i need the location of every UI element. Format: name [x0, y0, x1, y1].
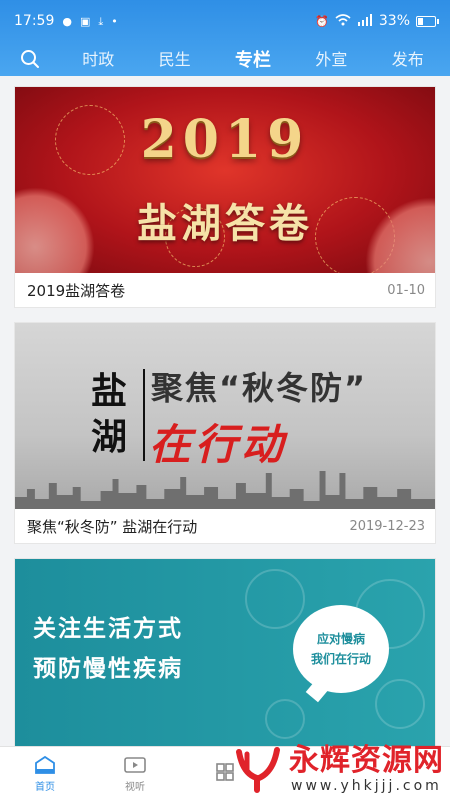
wifi-icon [335, 14, 351, 28]
news-card[interactable]: 关注生活方式 预防慢性疾病 应对慢病 我们在行动 [14, 558, 436, 760]
watermark-title: 永辉资源网 [289, 743, 444, 778]
bottom-nav-home[interactable]: 首页 [0, 747, 90, 800]
banner-subline: 盐湖答卷 [137, 200, 313, 247]
home-icon [35, 755, 55, 774]
search-button[interactable] [0, 42, 60, 76]
battery-percent: 33% [378, 13, 410, 29]
tab-minsheng[interactable]: 民生 [153, 42, 197, 76]
bubble-line: 应对慢病 [316, 632, 365, 646]
tab-fabu[interactable]: 发布 [386, 42, 430, 76]
news-card[interactable]: 2019 盐湖答卷 2019盐湖答卷 01-10 [14, 86, 436, 308]
banner-focus-text: 聚焦“秋冬防” [151, 369, 368, 407]
tab-waixuan[interactable]: 外宣 [309, 42, 353, 76]
news-feed: 2019 盐湖答卷 2019盐湖答卷 01-10 盐 湖 聚焦“秋冬防” 在行动… [14, 86, 436, 774]
pattern-decoration [265, 699, 305, 739]
card-date: 01-10 [387, 282, 425, 298]
banner-vertical-char: 湖 [91, 417, 128, 458]
app-header: 17:59 ● ▣ ⤓ • ⏰ 33% 时政 民生 专栏 外宣 发布 [0, 0, 450, 76]
alarm-icon: ⏰ [315, 14, 329, 28]
card-image: 2019 盐湖答卷 [15, 87, 435, 273]
watermark-url: www.yhkjjj.com [291, 778, 442, 794]
status-time: 17:59 [14, 13, 55, 29]
battery-icon [416, 15, 439, 27]
banner-line: 关注生活方式 [33, 616, 183, 642]
dot-icon: • [111, 14, 118, 28]
bubble-line: 我们在行动 [310, 652, 371, 666]
pattern-decoration [375, 679, 425, 729]
card-image: 盐 湖 聚焦“秋冬防” 在行动 [15, 323, 435, 509]
image-icon: ▣ [79, 14, 91, 28]
bottom-nav-video[interactable]: 视听 [90, 747, 180, 800]
card-title: 聚焦“秋冬防” 盐湖在行动 [27, 517, 198, 536]
banner-headline: 2019 [140, 109, 310, 170]
banner-vertical-text: 盐 湖 [91, 369, 145, 461]
watermark-logo-icon [236, 747, 280, 793]
banner-action-text: 在行动 [149, 420, 288, 469]
channel-nav: 时政 民生 专栏 外宣 发布 [0, 42, 450, 76]
channel-tabs: 时政 民生 专栏 外宣 发布 [60, 42, 450, 76]
news-card[interactable]: 盐 湖 聚焦“秋冬防” 在行动 聚焦“秋冬防” 盐湖在行动 2019-12-23 [14, 322, 436, 544]
watermark: 永辉资源网 www.yhkjjj.com [233, 738, 444, 800]
pattern-decoration [245, 569, 305, 629]
status-bar: 17:59 ● ▣ ⤓ • ⏰ 33% [0, 0, 450, 42]
tab-zhuanlan[interactable]: 专栏 [229, 42, 277, 76]
signal-icon [357, 14, 373, 28]
card-title: 2019盐湖答卷 [27, 281, 126, 300]
location-icon: ● [62, 14, 72, 28]
divider [143, 369, 145, 461]
tab-shizheng[interactable]: 时政 [76, 42, 120, 76]
bottom-nav-label: 视听 [125, 781, 145, 793]
speech-bubble: 应对慢病 我们在行动 [293, 605, 389, 693]
card-date: 2019-12-23 [349, 518, 425, 534]
battery-fill [418, 17, 423, 25]
card-image: 关注生活方式 预防慢性疾病 应对慢病 我们在行动 [15, 559, 435, 759]
video-icon [124, 756, 146, 773]
bottom-nav-label: 首页 [35, 781, 55, 793]
banner-line: 预防慢性疾病 [33, 656, 183, 682]
search-icon [21, 50, 39, 68]
download-icon: ⤓ [98, 14, 104, 28]
banner-vertical-char: 盐 [91, 371, 128, 412]
city-skyline [15, 471, 435, 509]
banner-text: 关注生活方式 预防慢性疾病 [33, 609, 183, 689]
